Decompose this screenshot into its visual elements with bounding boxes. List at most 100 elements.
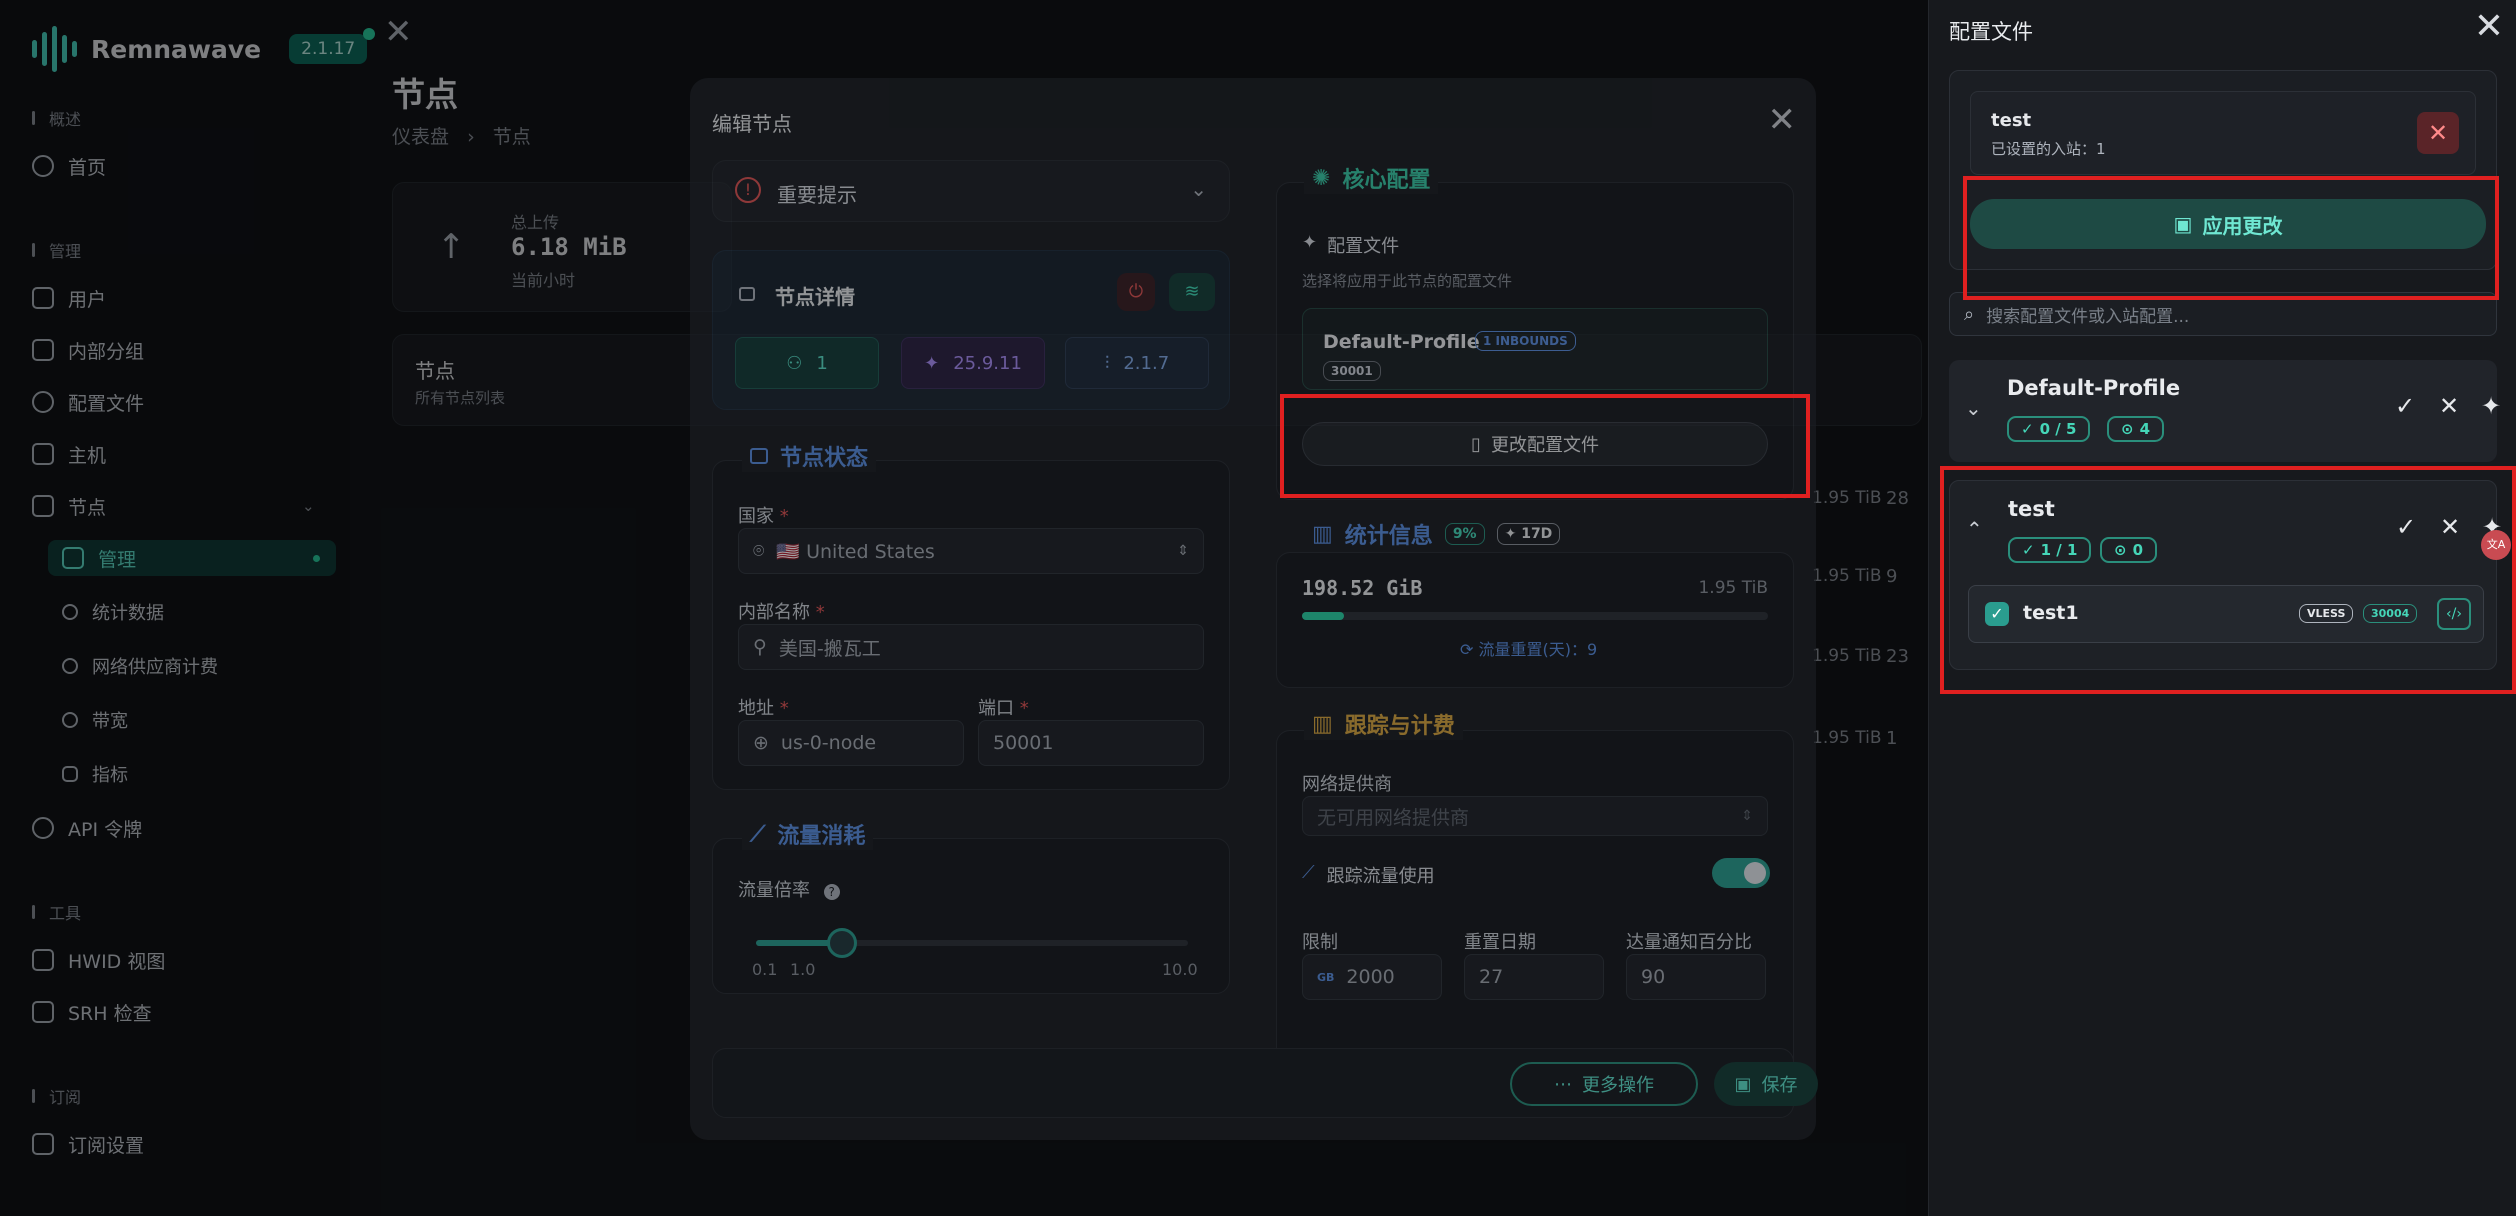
stats-heading: ▥ 统计信息 9% ✦ 17D — [1304, 518, 1569, 550]
limit-label: 限制 — [1302, 932, 1338, 953]
section-title: 跟踪与计费 — [1344, 714, 1455, 739]
profile-hint: 选择将应用于此节点的配置文件 — [1302, 272, 1513, 290]
reset-day-label: 重置日期 — [1464, 932, 1536, 953]
selected-profile-card: test 已设置的入站：1 ✕ — [1970, 91, 2476, 175]
bar-chart-icon: ▥ — [1312, 711, 1333, 737]
billing-heading: ▥ 跟踪与计费 — [1304, 708, 1463, 740]
isp-label: 网络提供商 — [1302, 774, 1392, 795]
search-icon: ⌕ — [1964, 303, 1975, 325]
select-arrows-icon: ⇕ — [1177, 543, 1189, 559]
select-value: 🇺🇸 United States — [776, 540, 935, 563]
slider-mid: 1.0 — [790, 960, 816, 979]
close-icon[interactable]: ✕ — [1768, 100, 1797, 140]
address-label: 地址 * — [738, 698, 789, 719]
rate-slider[interactable] — [756, 928, 1188, 958]
globe-icon: ⊕ — [753, 732, 769, 754]
node-details-panel: 节点详情 ⏻ ≋ ⚇ 1 ✦ 25.9.11 ⫶ 2.1.7 — [712, 250, 1230, 410]
chevron-down-icon: ⌄ — [1190, 177, 1207, 201]
user-icon: ⚲ — [753, 636, 767, 658]
chevron-down-icon[interactable]: ⌄ — [1965, 396, 1982, 420]
highlight-box — [1963, 176, 2499, 300]
profile-name: Default-Profile — [2007, 376, 2181, 400]
input-value: 美国-搬瓦工 — [778, 637, 881, 660]
modal-title: 编辑节点 — [712, 112, 792, 136]
node-count-chip: ⊙ 4 — [2107, 416, 2165, 442]
label-text: 地址 — [738, 698, 774, 719]
reset-info: ⟳ 流量重置(天)：9 — [1460, 636, 1597, 660]
xray-icon: ✦ — [924, 352, 940, 374]
close-icon[interactable]: ✕ — [2439, 392, 2459, 420]
users-count: 1 — [816, 352, 828, 374]
slider-min: 0.1 — [752, 960, 778, 979]
details-title: 节点详情 — [775, 285, 855, 309]
notify-input[interactable]: 90 — [1626, 954, 1766, 1000]
port-badge: 30001 — [1323, 361, 1381, 381]
tip-label: 重要提示 — [777, 183, 857, 207]
config-profiles-drawer: 配置文件 ✕ test 已设置的入站：1 ✕ ▣ 应用更改 ⌕ 搜索配置文件或入站… — [1928, 0, 2516, 1216]
xray-version-chip: ✦ 25.9.11 — [901, 337, 1045, 389]
chart-line-icon: ⟋ — [750, 821, 766, 847]
notify-label: 达量通知百分比 — [1626, 932, 1752, 953]
refresh-icon: ⟳ — [1460, 640, 1474, 659]
label-text: 流量倍率 — [738, 880, 810, 901]
node-version-chip: ⫶ 2.1.7 — [1065, 337, 1209, 389]
label-text: 内部名称 — [738, 602, 810, 623]
map-pin-icon: ⌾ — [753, 540, 765, 562]
server-icon — [750, 448, 768, 464]
port-input[interactable]: 50001 — [978, 720, 1204, 766]
rate-label: 流量倍率 ? — [738, 876, 840, 902]
reset-text: 流量重置(天)：9 — [1478, 640, 1598, 659]
search-placeholder: 搜索配置文件或入站配置... — [1986, 306, 2190, 327]
label-text: 国家 — [738, 506, 774, 527]
section-title: 核心配置 — [1342, 168, 1431, 193]
track-usage-toggle[interactable] — [1712, 858, 1770, 888]
help-icon[interactable]: ? — [823, 884, 840, 900]
reset-day-input[interactable]: 27 — [1464, 954, 1604, 1000]
cog-icon: ✦ — [1302, 232, 1318, 253]
input-value: 27 — [1479, 966, 1504, 988]
port-label: 端口 * — [978, 698, 1029, 719]
limit-input[interactable]: GB 2000 — [1302, 954, 1442, 1000]
traffic-progress — [1302, 612, 1768, 620]
power-button[interactable]: ⏻ — [1117, 273, 1155, 311]
more-actions-button[interactable]: ⋯ 更多操作 — [1510, 1062, 1698, 1106]
chart-line-icon: ⟋ — [1302, 862, 1315, 883]
internal-name-input[interactable]: ⚲ 美国-搬瓦工 — [738, 624, 1204, 670]
isp-select[interactable]: 无可用网络提供商 ⇕ — [1302, 796, 1768, 836]
input-value: 90 — [1641, 966, 1666, 988]
close-icon[interactable]: ✕ — [2474, 6, 2504, 47]
selected-profile-sub: 已设置的入站：1 — [1991, 140, 2106, 158]
profile-item[interactable]: ⌄ Default-Profile ✓ 0 / 5 ⊙ 4 ✓ ✕ ✦ — [1949, 360, 2501, 462]
remove-profile-button[interactable]: ✕ — [2417, 112, 2459, 154]
important-tip-accordion[interactable]: ! 重要提示 ⌄ — [712, 160, 1230, 222]
wave-icon: ⫶ — [1104, 352, 1110, 374]
more-icon: ⋯ — [1554, 1073, 1572, 1095]
section-title: 节点状态 — [780, 446, 869, 471]
stats-panel — [1276, 552, 1794, 688]
cog-icon[interactable]: ✦ — [2481, 392, 2501, 420]
country-select[interactable]: ⌾ 🇺🇸 United States ⇕ — [738, 528, 1204, 574]
address-input[interactable]: ⊕ us-0-node — [738, 720, 964, 766]
track-usage-label: ⟋ 跟踪流量使用 — [1302, 862, 1435, 888]
node-icon: ⊙ — [2121, 420, 2134, 438]
select-arrows-icon: ⇕ — [1741, 808, 1753, 824]
traffic-limit: 1.95 TiB — [1698, 578, 1768, 598]
drawer-title: 配置文件 — [1949, 20, 2033, 44]
select-placeholder: 无可用网络提供商 — [1317, 806, 1470, 829]
toggle-knob — [1744, 862, 1766, 884]
input-value: 2000 — [1346, 966, 1395, 988]
core-config-heading: ✺ 核心配置 — [1304, 162, 1439, 194]
openai-icon: ✺ — [1312, 165, 1331, 191]
profile-name: Default-Profile — [1323, 331, 1480, 353]
highlight-box — [1940, 466, 2516, 694]
button-label: 保存 — [1761, 1075, 1798, 1096]
button-label: 更多操作 — [1582, 1075, 1654, 1096]
check-icon[interactable]: ✓ — [2395, 392, 2415, 420]
save-button[interactable]: ▣ 保存 — [1714, 1062, 1818, 1106]
node-status-heading: 节点状态 — [742, 440, 877, 472]
percent-badge: 9% — [1444, 523, 1485, 545]
section-title: 统计信息 — [1344, 524, 1433, 549]
label-text: 跟踪流量使用 — [1326, 866, 1435, 887]
days-value: 17D — [1521, 526, 1553, 542]
days-badge: ✦ 17D — [1496, 523, 1561, 545]
